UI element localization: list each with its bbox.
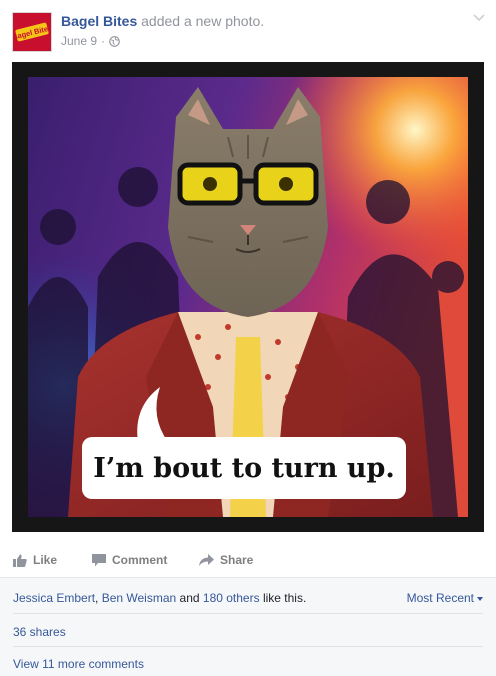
post-actions-bar: Like Comment Share — [0, 546, 496, 578]
post-action-text: added a new photo. — [137, 13, 265, 29]
post-date-link[interactable]: June 9 — [61, 34, 97, 48]
footer-divider — [13, 646, 483, 647]
comment-sort-dropdown[interactable]: Most Recent — [407, 591, 483, 605]
thumbs-up-icon — [13, 554, 27, 567]
facebook-post: Bagel Bites Bagel Bites added a new phot… — [0, 0, 496, 676]
photo-image: I’m bout to turn up. — [28, 77, 468, 517]
meta-separator: · — [101, 34, 106, 48]
others-link[interactable]: 180 others — [203, 591, 260, 605]
post-meta: June 9 · — [61, 34, 120, 48]
share-button[interactable]: Share — [199, 553, 253, 567]
like-button[interactable]: Like — [13, 553, 57, 567]
likes-suffix: like this. — [259, 591, 307, 605]
post-header: Bagel Bites Bagel Bites added a new phot… — [0, 0, 496, 62]
page-avatar[interactable]: Bagel Bites — [12, 12, 52, 52]
share-label: Share — [220, 553, 254, 567]
speech-bubble: I’m bout to turn up. — [82, 437, 406, 499]
liker-link-2[interactable]: Ben Weisman — [102, 591, 176, 605]
sort-label: Most Recent — [406, 591, 474, 605]
post-title: Bagel Bites added a new photo. — [61, 13, 264, 29]
likes-summary: Jessica Embert, Ben Weisman and 180 othe… — [13, 591, 306, 605]
footer-divider — [13, 613, 483, 614]
post-photo[interactable]: I’m bout to turn up. — [12, 62, 484, 532]
comment-button[interactable]: Comment — [92, 553, 167, 567]
like-label: Like — [33, 553, 58, 567]
page-name-link[interactable]: Bagel Bites — [61, 13, 137, 29]
share-arrow-icon — [199, 553, 214, 566]
chevron-down-icon[interactable] — [472, 12, 486, 22]
caret-down-icon — [477, 596, 483, 601]
likes-and: and — [176, 591, 203, 605]
comment-icon — [92, 553, 106, 566]
bagel-bites-logo: Bagel Bites — [13, 13, 51, 51]
likes-comma: , — [95, 591, 102, 605]
view-more-comments-link[interactable]: View 11 more comments — [13, 657, 144, 671]
globe-icon[interactable] — [109, 35, 120, 47]
social-footer: Jessica Embert, Ben Weisman and 180 othe… — [0, 578, 496, 676]
photo-caption-text: I’m bout to turn up. — [93, 452, 395, 484]
liker-link-1[interactable]: Jessica Embert — [13, 591, 95, 605]
shares-link[interactable]: 36 shares — [13, 625, 66, 639]
comment-label: Comment — [112, 553, 168, 567]
